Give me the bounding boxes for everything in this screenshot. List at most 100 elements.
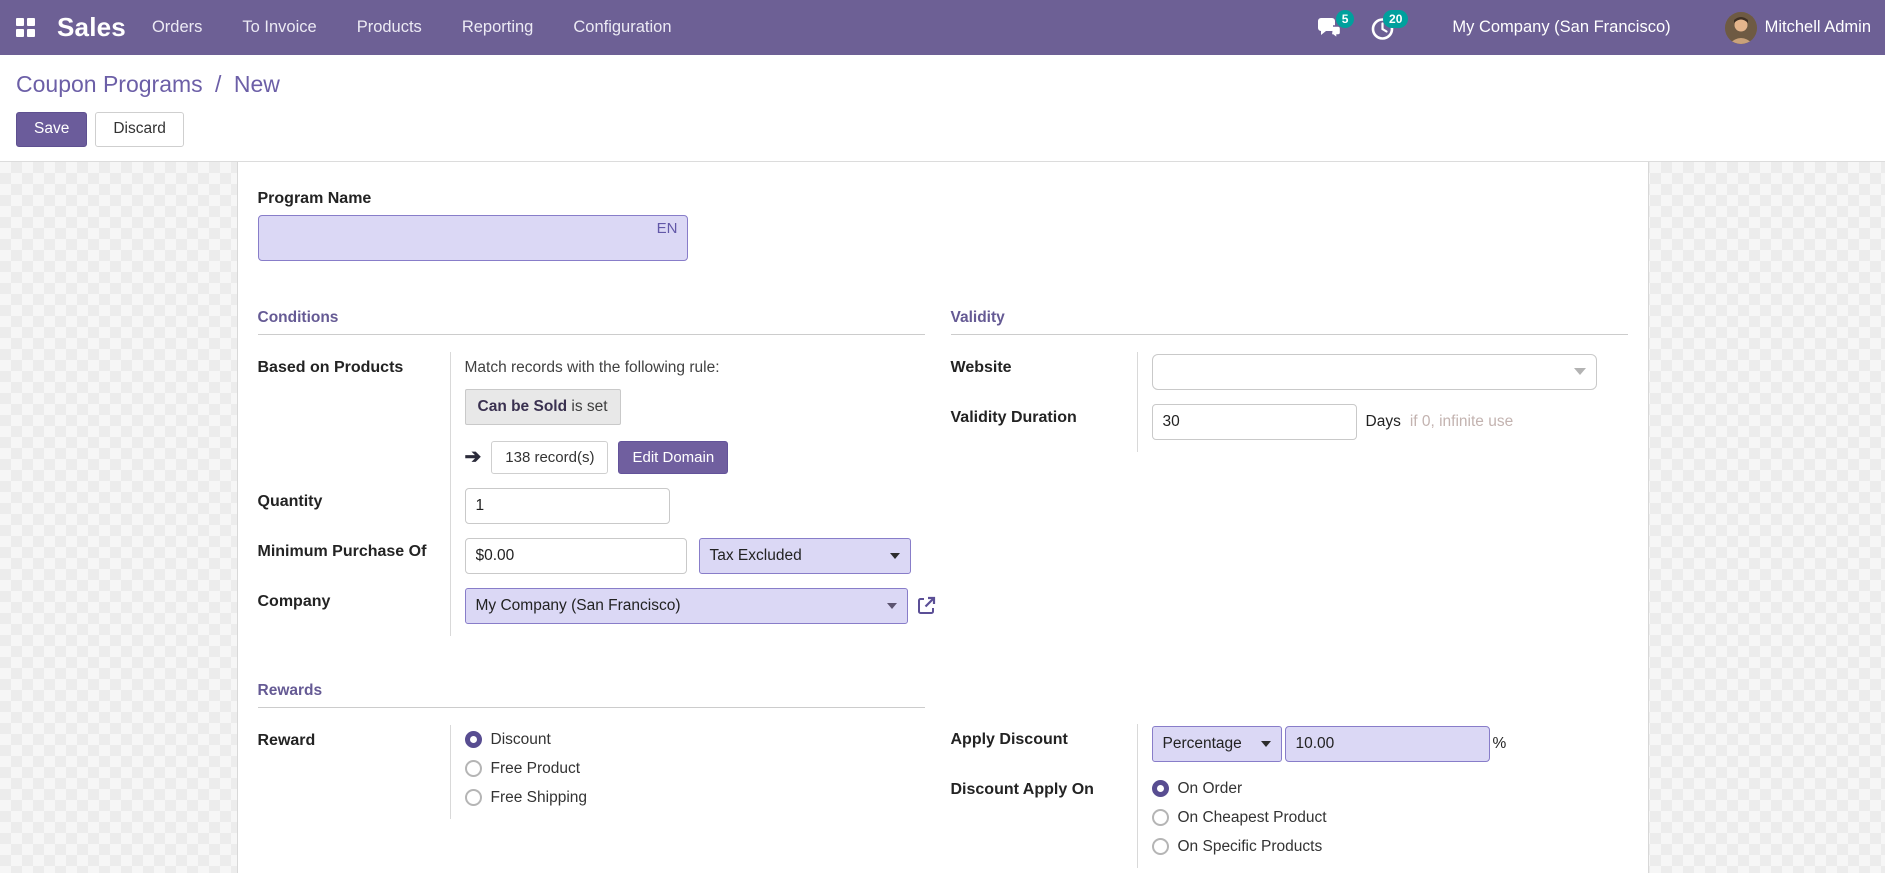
validity-heading: Validity <box>950 309 1628 335</box>
edit-domain-button[interactable]: Edit Domain <box>618 440 729 474</box>
program-name-label: Program Name <box>257 189 372 207</box>
messages-badge: 5 <box>1335 9 1355 28</box>
conditions-heading: Conditions <box>257 309 925 335</box>
duration-unit: Days <box>1365 412 1401 430</box>
reward-field: Discount Free Product Free Shipping <box>449 724 925 819</box>
menu-item-reporting[interactable]: Reporting <box>462 18 534 37</box>
percent-suffix: % <box>1492 734 1507 752</box>
reward-option-discount[interactable]: Discount <box>464 731 925 749</box>
apply-on-option-label: On Order <box>1177 779 1243 797</box>
company-value: My Company (San Francisco) <box>475 596 681 614</box>
min-purchase-input[interactable] <box>464 537 687 574</box>
radio-icon <box>464 789 482 807</box>
discount-mode-select[interactable]: Percentage <box>1151 725 1282 762</box>
language-badge[interactable]: EN <box>657 220 678 237</box>
nav-right: 5 20 My Company (San Francisco) Mitchell… <box>1316 9 1871 44</box>
activities-icon[interactable]: 20 <box>1370 9 1409 42</box>
discount-apply-on-label: Discount Apply On <box>950 780 1094 798</box>
radio-checked-icon <box>1151 780 1169 798</box>
tax-mode-select[interactable]: Tax Excluded <box>698 537 911 574</box>
chevron-down-icon <box>1260 740 1271 747</box>
records-count-button[interactable]: 138 record(s) <box>491 440 609 474</box>
apply-discount-field: Percentage % <box>1136 723 1628 774</box>
quantity-input[interactable] <box>464 487 670 524</box>
activities-badge: 20 <box>1383 9 1409 28</box>
conditions-group: Conditions Based on Products Match recor… <box>257 309 935 636</box>
chevron-down-icon <box>889 552 900 559</box>
menu-item-to-invoice[interactable]: To Invoice <box>242 18 316 37</box>
rewards-group: Rewards Reward Discount Free Product Fre… <box>257 682 925 873</box>
apply-on-option-order[interactable]: On Order <box>1151 779 1628 798</box>
user-name: Mitchell Admin <box>1764 18 1871 36</box>
company-switcher[interactable]: My Company (San Francisco) <box>1452 18 1670 37</box>
validity-duration-field: Days if 0, infinite use <box>1136 401 1628 452</box>
rewards-table: Reward Discount Free Product Free Shippi… <box>258 724 925 819</box>
menu-item-orders[interactable]: Orders <box>152 18 202 37</box>
action-buttons: Save Discard <box>16 112 1869 147</box>
discard-button[interactable]: Discard <box>95 112 184 147</box>
grid-square <box>27 18 35 26</box>
reward-option-free-product[interactable]: Free Product <box>464 759 925 778</box>
form-sheet: Program Name EN Conditions Based on Prod… <box>236 161 1649 873</box>
grid-square <box>16 18 24 26</box>
menu-item-configuration[interactable]: Configuration <box>573 18 671 37</box>
arrow-right-icon: ➔ <box>464 446 482 469</box>
rewards-heading: Rewards <box>257 682 925 708</box>
program-name-input[interactable] <box>257 214 688 261</box>
reward-option-label: Free Product <box>490 759 581 777</box>
chevron-down-icon <box>1573 368 1586 376</box>
program-name-wrap: EN <box>257 214 688 261</box>
radio-icon <box>1151 838 1169 856</box>
based-on-products-label: Based on Products <box>257 358 404 376</box>
reward-option-label: Free Shipping <box>490 788 588 806</box>
apply-on-option-label: On Cheapest Product <box>1177 808 1327 826</box>
reward-radio-group: Discount Free Product Free Shipping <box>464 727 925 807</box>
radio-icon <box>1151 809 1169 827</box>
domain-rule-chip[interactable]: Can be Sold is set <box>464 388 621 425</box>
min-purchase-label: Minimum Purchase Of <box>257 542 427 560</box>
breadcrumb-parent[interactable]: Coupon Programs <box>16 71 203 97</box>
nav-left: Sales Orders To Invoice Products Reporti… <box>16 12 1316 43</box>
discount-apply-on-field: On Order On Cheapest Product On Specific… <box>1136 773 1628 868</box>
website-field <box>1136 351 1628 402</box>
discount-value-input[interactable] <box>1284 725 1490 762</box>
messages-icon[interactable]: 5 <box>1316 9 1355 42</box>
validity-duration-input[interactable] <box>1151 403 1357 440</box>
grid-square <box>16 29 24 37</box>
validity-group: Validity Website Validity Duration 30 Da… <box>950 309 1628 636</box>
breadcrumb: Coupon Programs / New <box>16 71 1869 98</box>
apply-on-option-cheapest[interactable]: On Cheapest Product <box>1151 808 1628 827</box>
form-background: Program Name EN Conditions Based on Prod… <box>0 161 1885 873</box>
domain-actions-row: ➔ 138 record(s) Edit Domain <box>464 440 937 474</box>
company-field: My Company (San Francisco) <box>449 585 937 636</box>
min-purchase-field: Tax Excluded <box>449 535 937 586</box>
discount-settings-table: Apply Discount Percentage % <box>950 723 1628 873</box>
discount-settings-group: Apply Discount Percentage % <box>951 682 1628 873</box>
app-brand[interactable]: Sales <box>57 12 126 43</box>
control-panel: Coupon Programs / New Save Discard <box>0 55 1885 162</box>
breadcrumb-current: New <box>233 71 280 97</box>
radio-checked-icon <box>464 731 482 749</box>
reward-option-free-shipping[interactable]: Free Shipping <box>464 788 925 807</box>
avatar <box>1724 11 1757 44</box>
validity-table: Website Validity Duration Days <box>950 351 1628 452</box>
company-select[interactable]: My Company (San Francisco) <box>464 587 908 624</box>
discount-mode-value: Percentage <box>1162 734 1242 752</box>
user-menu[interactable]: Mitchell Admin <box>1724 11 1871 44</box>
rule-field-name: Can be Sold <box>477 397 568 415</box>
conditions-table: Based on Products Match records with the… <box>257 351 935 636</box>
save-button[interactable]: Save <box>16 112 88 147</box>
based-on-products-field: Match records with the following rule: C… <box>449 351 937 486</box>
breadcrumb-separator: / <box>215 71 222 97</box>
quantity-field <box>449 485 937 536</box>
apply-on-option-specific[interactable]: On Specific Products <box>1151 838 1628 856</box>
website-label: Website <box>950 358 1012 376</box>
program-name-group: Program Name EN <box>257 189 1628 261</box>
discount-apply-on-radio-group: On Order On Cheapest Product On Specific… <box>1151 776 1628 856</box>
menu-item-products[interactable]: Products <box>357 18 422 37</box>
apply-discount-label: Apply Discount <box>950 730 1068 748</box>
website-select[interactable] <box>1151 353 1597 390</box>
external-link-icon[interactable] <box>916 595 937 616</box>
apps-grid-icon[interactable] <box>16 18 35 37</box>
rule-operator: is set <box>571 397 608 415</box>
